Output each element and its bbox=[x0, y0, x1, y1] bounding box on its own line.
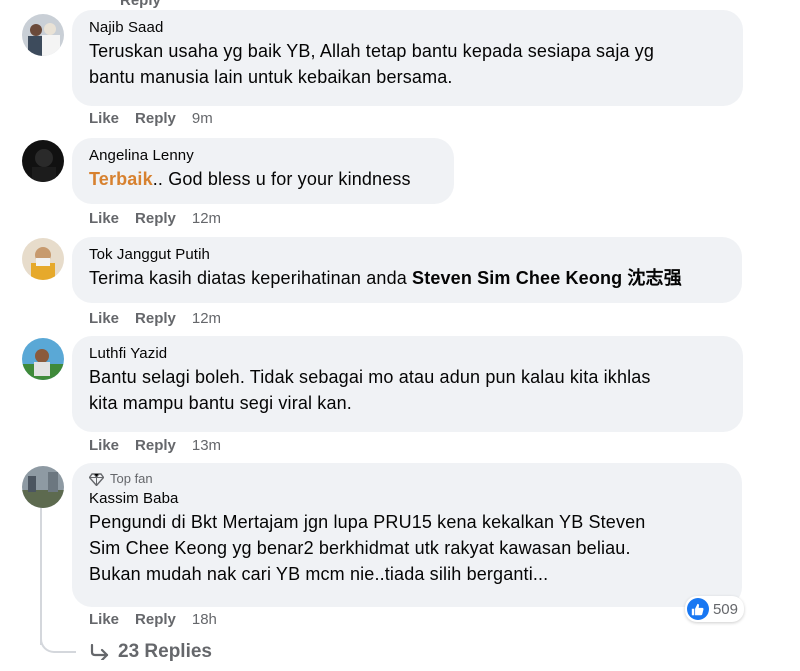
comment-text: Terbaik.. God bless u for your kindness bbox=[89, 166, 438, 192]
avatar[interactable] bbox=[22, 140, 64, 182]
comment-text-line: Teruskan usaha yg baik YB, Allah tetap b… bbox=[89, 41, 655, 61]
comment-author[interactable]: Najib Saad bbox=[89, 18, 727, 38]
comment-actions: Like Reply 12m bbox=[89, 210, 221, 227]
previous-reply-link[interactable]: Reply bbox=[120, 0, 161, 9]
comment-author[interactable]: Angelina Lenny bbox=[89, 146, 438, 166]
comment-timestamp[interactable]: 12m bbox=[192, 310, 221, 327]
highlighted-word: Terbaik bbox=[89, 169, 153, 189]
diamond-icon bbox=[89, 472, 104, 486]
comment-bubble: Angelina Lenny Terbaik.. God bless u for… bbox=[72, 138, 454, 204]
comment-author[interactable]: Luthfi Yazid bbox=[89, 344, 727, 364]
like-button[interactable]: Like bbox=[89, 611, 119, 628]
comment-text-prefix: Terima kasih diatas keperihatinan anda bbox=[89, 268, 413, 288]
comment-text-line: Sim Chee Keong yg benar2 berkhidmat utk … bbox=[89, 538, 631, 558]
comment-actions: Like Reply 18h bbox=[89, 611, 217, 628]
like-button[interactable]: Like bbox=[89, 110, 119, 127]
like-button[interactable]: Like bbox=[89, 210, 119, 227]
comment-bubble: Top fan Kassim Baba Pengundi di Bkt Mert… bbox=[72, 463, 742, 607]
thread-connector bbox=[40, 617, 76, 653]
like-button[interactable]: Like bbox=[89, 437, 119, 454]
avatar[interactable] bbox=[22, 14, 64, 56]
comment-text-line: Pengundi di Bkt Mertajam jgn lupa PRU15 … bbox=[89, 512, 646, 532]
top-fan-label: Top fan bbox=[110, 471, 153, 486]
comment-author[interactable]: Kassim Baba bbox=[89, 489, 726, 509]
reply-button[interactable]: Reply bbox=[135, 210, 176, 227]
avatar[interactable] bbox=[22, 338, 64, 380]
comment-timestamp[interactable]: 13m bbox=[192, 437, 221, 454]
reaction-summary[interactable]: 509 bbox=[684, 596, 744, 622]
comment-text-line: Bukan mudah nak cari YB mcm nie..tiada s… bbox=[89, 564, 549, 584]
reply-button[interactable]: Reply bbox=[135, 437, 176, 454]
comment-text: Terima kasih diatas keperihatinan anda S… bbox=[89, 265, 726, 291]
comment-timestamp[interactable]: 18h bbox=[192, 611, 217, 628]
comment-timestamp[interactable]: 9m bbox=[192, 110, 213, 127]
top-fan-badge: Top fan bbox=[89, 471, 726, 487]
comment-actions: Like Reply 13m bbox=[89, 437, 221, 454]
reaction-count: 509 bbox=[712, 600, 738, 618]
comment-actions: Like Reply 9m bbox=[89, 110, 213, 127]
comment-bubble: Najib Saad Teruskan usaha yg baik YB, Al… bbox=[72, 10, 743, 106]
comment-text-line: kita mampu bantu segi viral kan. bbox=[89, 393, 352, 413]
reply-button[interactable]: Reply bbox=[135, 611, 176, 628]
mention-link[interactable]: Steven Sim Chee Keong 沈志强 bbox=[412, 268, 682, 288]
comment-text-rest: .. God bless u for your kindness bbox=[152, 169, 411, 189]
reply-button[interactable]: Reply bbox=[135, 310, 176, 327]
comment-author[interactable]: Tok Janggut Putih bbox=[89, 245, 726, 265]
comment-text-line: Bantu selagi boleh. Tidak sebagai mo ata… bbox=[89, 367, 651, 387]
reply-arrow-icon bbox=[90, 644, 109, 660]
avatar[interactable] bbox=[22, 466, 64, 508]
comment-timestamp[interactable]: 12m bbox=[192, 210, 221, 227]
comment-bubble: Tok Janggut Putih Terima kasih diatas ke… bbox=[72, 237, 742, 303]
like-button[interactable]: Like bbox=[89, 310, 119, 327]
view-replies-link[interactable]: 23 Replies bbox=[90, 641, 212, 663]
avatar[interactable] bbox=[22, 238, 64, 280]
reply-button[interactable]: Reply bbox=[135, 110, 176, 127]
comment-actions: Like Reply 12m bbox=[89, 310, 221, 327]
comment-bubble: Luthfi Yazid Bantu selagi boleh. Tidak s… bbox=[72, 336, 743, 432]
like-reaction-icon bbox=[686, 598, 709, 620]
replies-count-label: 23 Replies bbox=[118, 641, 212, 662]
comment-text-line: bantu manusia lain untuk kebaikan bersam… bbox=[89, 67, 453, 87]
